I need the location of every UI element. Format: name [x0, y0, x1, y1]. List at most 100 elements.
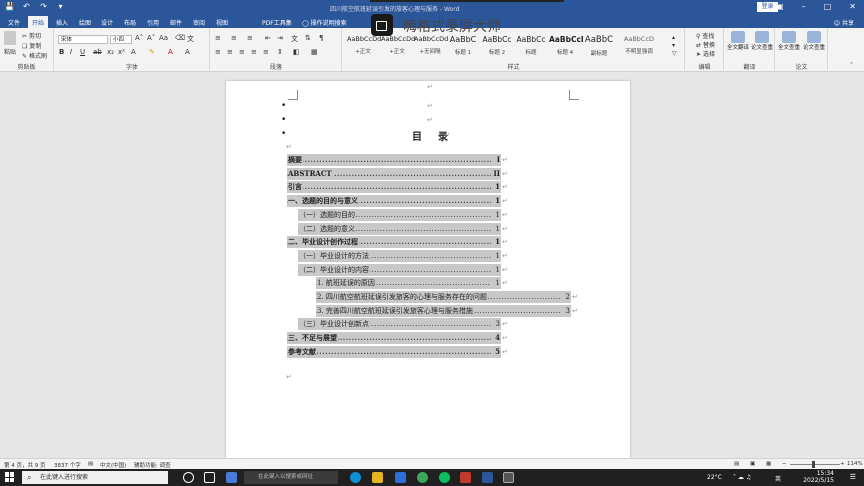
document-page[interactable]: ↵ • • • ↵ ↵ 目 录 ↵ ↵ ....................… — [226, 81, 630, 458]
styles-scroll-up-icon[interactable]: ▴ — [672, 34, 675, 41]
bold-button[interactable]: B — [59, 48, 64, 56]
style-heading-2[interactable]: AaBbCc 标题 2 — [481, 35, 513, 57]
ime-indicator[interactable]: 英 — [775, 474, 781, 483]
taskbar-search-input[interactable]: 在此键入进行搜索 — [22, 471, 168, 484]
close-icon[interactable]: ✕ — [849, 2, 856, 11]
file-explorer-icon[interactable] — [372, 472, 383, 483]
collapse-ribbon-icon[interactable]: ˄ — [850, 62, 853, 69]
tab-design[interactable]: 设计 — [101, 18, 113, 27]
browser-360-icon[interactable] — [417, 472, 428, 483]
find-button[interactable]: ⚲ 查找 — [696, 31, 714, 40]
decrease-indent-icon[interactable]: ⇤ — [265, 34, 271, 42]
line-spacing-icon[interactable]: ⇕ — [277, 48, 283, 56]
chinese-layout-icon[interactable]: 文 — [291, 34, 298, 44]
edge-icon[interactable] — [350, 472, 361, 483]
grow-font-icon[interactable]: A˄ — [135, 34, 143, 42]
tab-home[interactable]: 开始 — [28, 16, 49, 28]
toc-entry[interactable]: ........................................… — [287, 345, 501, 358]
share-button[interactable]: ☺ 共享 — [834, 18, 854, 27]
word-icon[interactable] — [482, 472, 493, 483]
tab-mailings[interactable]: 邮件 — [170, 18, 182, 27]
minimize-icon[interactable]: – — [802, 2, 806, 11]
borders-icon[interactable]: ▦ — [311, 48, 318, 56]
language-indicator[interactable]: 中文(中国) — [100, 461, 126, 469]
full-check-button[interactable]: 全文查重 — [778, 31, 800, 52]
underline-button[interactable]: U — [80, 48, 85, 56]
maximize-icon[interactable]: □ — [824, 2, 832, 11]
sort-icon[interactable]: ⇅ — [305, 34, 311, 42]
proofing-icon[interactable]: ▤ — [88, 461, 93, 467]
tab-view[interactable]: 视图 — [216, 18, 228, 27]
word-count[interactable]: 3837 个字 — [54, 461, 81, 469]
print-layout-icon[interactable]: ▣ — [750, 461, 755, 467]
increase-indent-icon[interactable]: ⇥ — [277, 34, 283, 42]
style-no-spacing[interactable]: AaBbCcDd +无间隔 — [414, 35, 448, 57]
zoom-level[interactable]: 114% — [847, 461, 863, 467]
font-name-select[interactable]: 宋体 — [58, 35, 108, 44]
align-left-icon[interactable]: ≡ — [215, 48, 221, 56]
accessibility-status[interactable]: 辅助功能: 调查 — [134, 461, 171, 469]
show-marks-icon[interactable]: ¶ — [319, 34, 323, 42]
toc-entry[interactable]: ........................................… — [287, 332, 501, 345]
toc-entry[interactable]: ........................................… — [287, 154, 501, 166]
redo-icon[interactable]: ↷ — [38, 2, 49, 11]
style-subtle-emphasis[interactable]: AaBbCcD 不明显强调 — [619, 35, 659, 57]
tray-icons[interactable]: ˄ ☁ ♫ — [733, 474, 751, 481]
shrink-font-icon[interactable]: A˅ — [147, 34, 155, 42]
tab-draw[interactable]: 绘图 — [79, 18, 91, 27]
italic-button[interactable]: I — [70, 48, 72, 56]
customize-icon[interactable]: ▾ — [55, 2, 66, 11]
store-icon[interactable] — [395, 472, 406, 483]
windows-start-icon[interactable] — [5, 472, 15, 482]
numbering-icon[interactable]: ≡ — [231, 34, 237, 42]
paper-check-button-2[interactable]: 论文查重 — [803, 31, 825, 52]
align-center-icon[interactable]: ≡ — [227, 48, 233, 56]
toc-entry[interactable]: ........................................… — [287, 195, 501, 208]
clear-format-icon[interactable]: ⌫ — [175, 34, 185, 42]
multilevel-list-icon[interactable]: ≡ — [247, 34, 253, 42]
widgets-icon[interactable] — [226, 472, 237, 483]
toc-entry[interactable]: ........................................… — [287, 236, 501, 249]
tab-insert[interactable]: 插入 — [56, 18, 68, 27]
styles-more-icon[interactable]: ▽ — [672, 50, 677, 57]
replace-button[interactable]: ⇄ 替换 — [696, 40, 715, 49]
tab-pdf-tools[interactable]: PDF工具集 — [262, 18, 292, 27]
justify-icon[interactable]: ≡ — [251, 48, 257, 56]
task-view-icon[interactable] — [204, 472, 215, 483]
align-right-icon[interactable]: ≡ — [239, 48, 245, 56]
toc-entry[interactable]: ........................................… — [287, 167, 501, 180]
copy-button[interactable]: ❏ 复制 — [22, 41, 41, 50]
browser-address-input[interactable]: 在此键入以搜索或网址 — [244, 471, 338, 484]
font-size-select[interactable]: 小四 — [110, 35, 132, 44]
strikethrough-button[interactable]: ab — [93, 48, 102, 56]
paper-check-button[interactable]: 论文查重 — [751, 31, 773, 52]
paste-button[interactable]: 粘贴 — [4, 31, 16, 56]
toc-entry[interactable]: ........................................… — [316, 277, 501, 290]
shading-icon[interactable]: ◧ — [293, 48, 300, 56]
char-shading-icon[interactable]: A — [185, 48, 190, 56]
text-effects-icon[interactable]: A — [131, 48, 136, 56]
tab-layout[interactable]: 布局 — [124, 18, 136, 27]
bullets-icon[interactable]: ≡ — [215, 34, 221, 42]
font-color-icon[interactable]: A — [168, 48, 173, 56]
web-layout-icon[interactable]: ▦ — [766, 461, 771, 467]
toc-entry[interactable]: ........................................… — [316, 291, 571, 303]
login-button[interactable]: 登录 — [757, 2, 778, 12]
style-heading-4[interactable]: AaBbCcI 标题 4 — [549, 35, 584, 57]
phonetic-icon[interactable]: 文 — [187, 34, 194, 44]
undo-icon[interactable]: ↶ — [21, 2, 32, 11]
style-normal[interactable]: AaBbCcDd +正文 — [347, 35, 381, 57]
styles-scroll-down-icon[interactable]: ▾ — [672, 42, 675, 49]
ribbon-options-icon[interactable]: ▣ — [776, 2, 784, 11]
clock[interactable]: 15:34 2022/5/15 — [803, 470, 834, 484]
cortana-icon[interactable] — [183, 472, 194, 483]
zoom-slider-handle[interactable] — [812, 461, 815, 468]
zoom-slider[interactable] — [790, 464, 840, 465]
wechat-icon[interactable] — [439, 472, 450, 483]
tab-references[interactable]: 引用 — [147, 18, 159, 27]
style-normal-2[interactable]: AaBbCcDd +正文 — [381, 35, 415, 57]
toc-entry[interactable]: ........................................… — [287, 181, 501, 194]
toc-entry[interactable]: ........................................… — [298, 318, 501, 331]
style-subtitle[interactable]: AaBbC 副标题 — [583, 35, 615, 57]
toc-entry[interactable]: ........................................… — [298, 222, 501, 235]
